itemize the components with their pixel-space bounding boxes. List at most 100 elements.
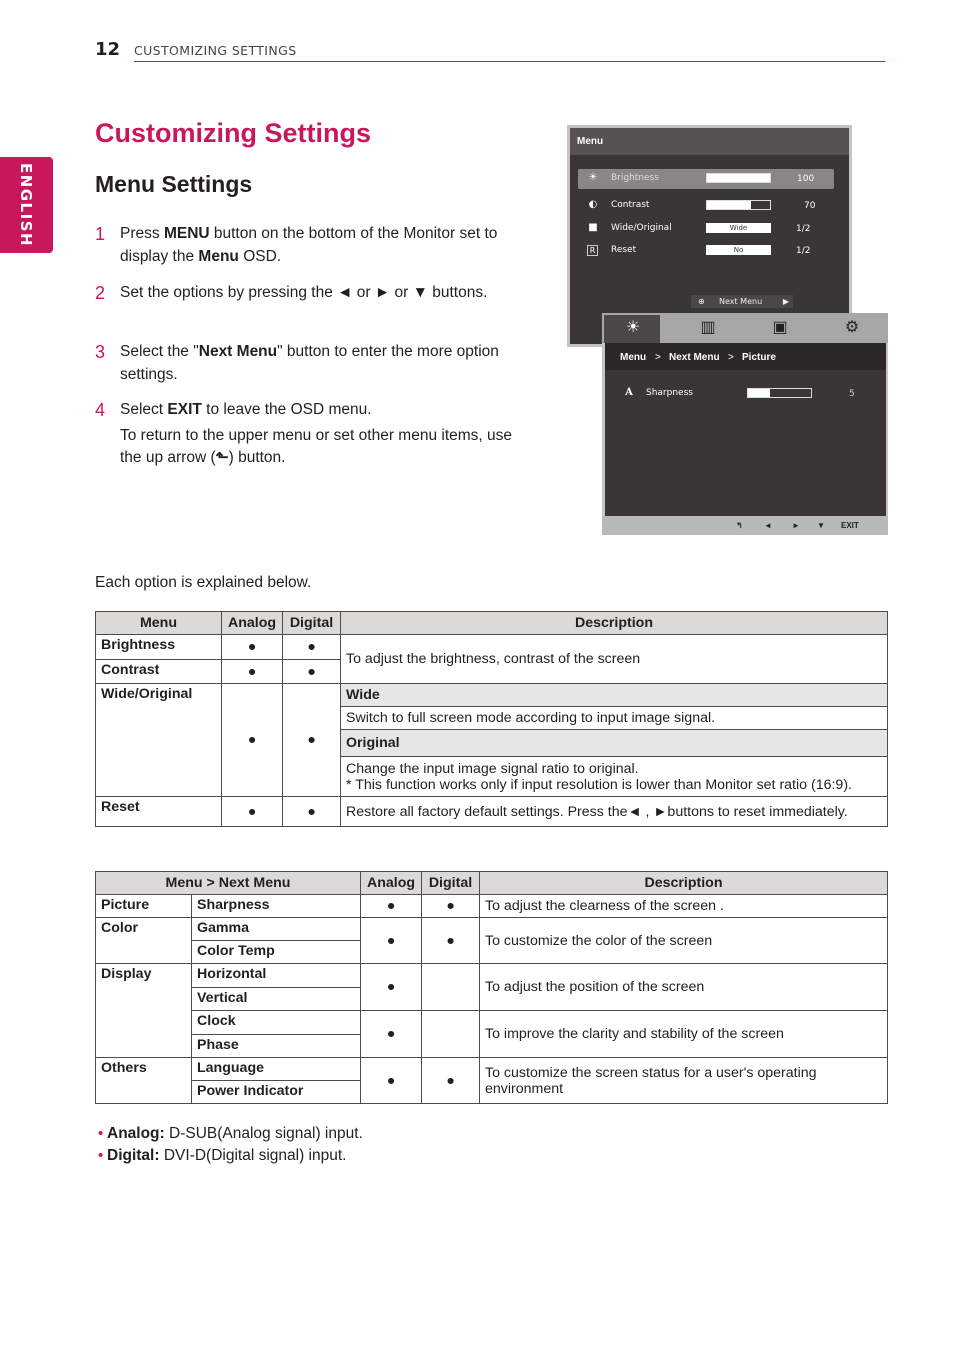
column-header: Analog	[221, 611, 283, 635]
analog-cell: ●	[221, 683, 283, 797]
osd-tab-bar: ☀ ▥ ▣ ⚙	[602, 313, 888, 343]
step-keyword: Next Menu	[198, 343, 278, 360]
osd-row-label: Reset	[611, 245, 637, 255]
osd-option-box[interactable]: Wide	[706, 223, 771, 233]
item-cell: Language	[191, 1057, 361, 1081]
note-text: D-SUB(Analog signal) input.	[164, 1125, 363, 1142]
slider-fill	[707, 201, 752, 209]
step-text: to leave the OSD menu.	[201, 401, 372, 418]
analog-cell: ●	[221, 634, 283, 660]
menu-cell: Wide/Original	[95, 683, 222, 797]
osd-row-label: Wide/Original	[611, 223, 672, 233]
sharpness-slider[interactable]	[747, 388, 812, 398]
sharpness-icon: A	[625, 387, 633, 398]
plus-circle-icon: ⊕	[698, 297, 705, 306]
option-subheading: Original	[340, 729, 888, 757]
column-header: Menu > Next Menu	[95, 871, 361, 895]
table-row: Reset ● ● Restore all factory default se…	[95, 796, 888, 827]
others-icon[interactable]: ⚙	[839, 317, 865, 339]
step-keyword: Menu	[198, 247, 239, 265]
item-cell: Horizontal	[191, 963, 361, 988]
chevron-right-icon: ▶	[782, 297, 789, 306]
osd-footer: ↰ ◄ ► ▼ EXIT	[602, 516, 888, 535]
analog-cell: ●	[360, 917, 422, 964]
group-cell: Picture	[95, 894, 192, 918]
analog-cell: ●	[221, 659, 283, 684]
note-term: Analog:	[107, 1125, 165, 1142]
osd-row-brightness[interactable]: ☀ Brightness 100	[578, 169, 834, 189]
note-term: Digital:	[107, 1147, 160, 1164]
osd-breadcrumb: Menu > Next Menu > Picture	[605, 343, 886, 370]
breadcrumb-separator: >	[655, 352, 661, 363]
step-number: 3	[95, 342, 106, 362]
menu-cell: Brightness	[95, 634, 222, 660]
menu-cell: Contrast	[95, 659, 222, 684]
table-row: Brightness ● ● To adjust the brightness,…	[95, 634, 888, 684]
osd-body: A Sharpness 5	[605, 370, 886, 516]
osd-row-value: 5	[849, 389, 855, 399]
step-text: Set the options by pressing the ◄ or ► o…	[120, 284, 488, 301]
step-text: Select the "	[120, 343, 199, 360]
description-cell: To adjust the clearness of the screen .	[479, 894, 888, 918]
step-note: To return to the upper menu or set other…	[120, 426, 513, 467]
digital-cell: ●	[282, 796, 341, 827]
up-arrow-icon: ⬑	[215, 449, 229, 466]
breadcrumb-separator: >	[728, 352, 734, 363]
page-number: 12	[95, 39, 121, 60]
slider-fill	[748, 389, 771, 397]
step-3: 3 Select the "Next Menu" button to enter…	[95, 341, 525, 386]
step-note: ) button.	[228, 449, 286, 466]
description-cell: Switch to full screen mode according to …	[340, 706, 888, 730]
wide-original-icon: ■	[588, 222, 598, 233]
table-row: Others Language ● ● To customize the scr…	[95, 1057, 888, 1104]
table-row: Clock ● To improve the clarity and stabi…	[96, 1010, 888, 1058]
digital-cell	[421, 1010, 480, 1058]
slider-fill	[707, 174, 770, 182]
item-cell: Sharpness	[191, 894, 361, 918]
header-section-title: CUSTOMIZING SETTINGS	[134, 43, 297, 58]
osd-row-sharpness[interactable]: A Sharpness 5	[605, 384, 884, 404]
step-text: Select	[120, 401, 168, 418]
picture-icon[interactable]: ☀	[620, 317, 646, 339]
analog-cell: ●	[360, 963, 422, 1011]
next-menu-button[interactable]: ⊕ Next Menu ▶	[691, 295, 793, 308]
left-arrow-icon[interactable]: ◄	[764, 521, 772, 530]
digital-cell: ●	[421, 917, 480, 964]
bullet-icon: •	[98, 1147, 104, 1164]
description-line: * This function works only if input reso…	[346, 776, 852, 793]
osd-option-box[interactable]: No	[706, 245, 771, 255]
breadcrumb-item: Menu	[620, 352, 647, 363]
brightness-slider[interactable]	[706, 173, 771, 183]
item-cell: Gamma	[191, 917, 361, 941]
intro-text: Each option is explained below.	[95, 574, 312, 591]
reset-icon: R	[587, 245, 598, 256]
table-row: Wide/Original ● ● Wide	[95, 683, 888, 797]
analog-cell: ●	[360, 1010, 422, 1058]
group-cell: Others	[95, 1057, 192, 1104]
description-cell: To adjust the position of the screen	[479, 963, 888, 1011]
column-header: Description	[340, 611, 888, 635]
note-analog: • Analog: D-SUB(Analog signal) input.	[98, 1125, 363, 1143]
right-arrow-icon[interactable]: ►	[792, 521, 800, 530]
contrast-icon: ◐	[588, 199, 598, 210]
osd-row-label: Sharpness	[646, 388, 693, 398]
exit-button[interactable]: EXIT	[841, 521, 859, 530]
color-icon[interactable]: ▥	[695, 317, 721, 339]
digital-cell: ●	[282, 634, 341, 660]
description-cell: Restore all factory default settings. Pr…	[340, 796, 888, 827]
osd-row-wide-original[interactable]: ■ Wide/Original Wide 1/2	[570, 219, 849, 239]
contrast-slider[interactable]	[706, 200, 771, 210]
next-menu-label: Next Menu	[719, 297, 763, 306]
table-row: Color Gamma ● ● To customize the color o…	[95, 917, 888, 964]
menu-cell: Reset	[95, 796, 222, 827]
display-icon[interactable]: ▣	[767, 317, 793, 339]
step-number: 4	[95, 400, 106, 420]
osd-row-value: 1/2	[796, 224, 811, 234]
osd-row-contrast[interactable]: ◐ Contrast 70	[570, 196, 849, 216]
down-arrow-icon[interactable]: ▼	[817, 521, 825, 530]
osd-row-reset[interactable]: R Reset No 1/2	[570, 241, 849, 261]
up-arrow-icon[interactable]: ↰	[736, 521, 743, 530]
breadcrumb-item: Next Menu	[669, 352, 720, 363]
column-header: Menu	[95, 611, 222, 635]
description-line: Change the input image signal ratio to o…	[346, 760, 639, 777]
